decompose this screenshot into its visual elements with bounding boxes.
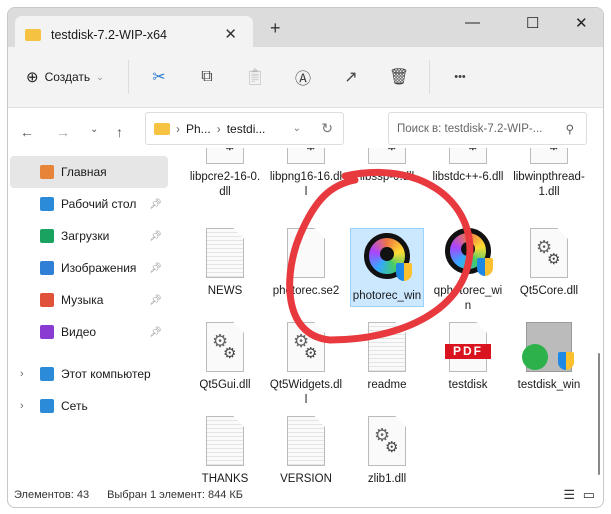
red-circle-annotation xyxy=(286,168,474,344)
